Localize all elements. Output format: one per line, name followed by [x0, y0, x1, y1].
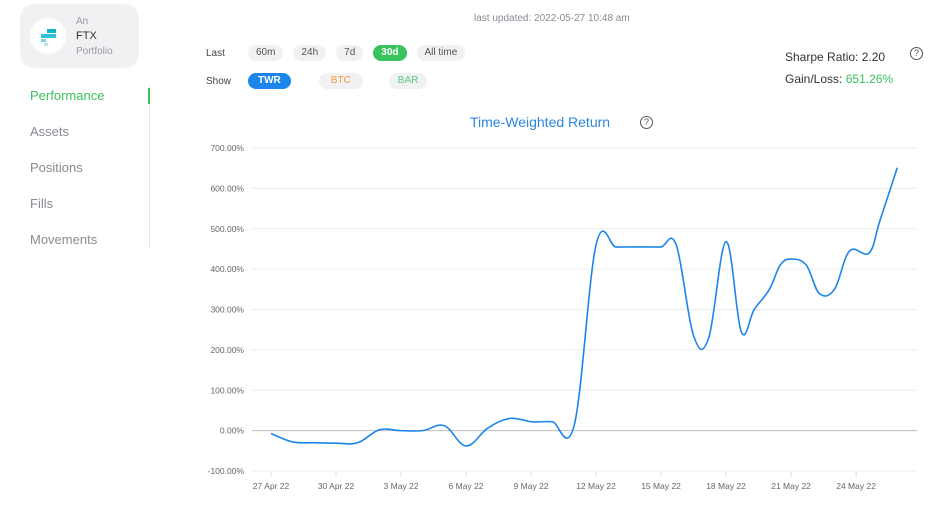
x-tick-label: 27 Apr 22 — [253, 481, 290, 491]
y-tick-label: 400.00% — [210, 264, 244, 274]
y-tick-label: 600.00% — [210, 183, 244, 193]
y-tick-label: 700.00% — [210, 143, 244, 153]
y-tick-label: 100.00% — [210, 385, 244, 395]
x-tick-label: 12 May 22 — [576, 481, 616, 491]
x-tick-label: 9 May 22 — [514, 481, 549, 491]
x-tick-label: 15 May 22 — [641, 481, 681, 491]
y-tick-label: -100.00% — [208, 466, 245, 476]
twr-series-line — [270, 167, 899, 447]
x-tick-label: 18 May 22 — [706, 481, 746, 491]
twr-chart: 700.00% 600.00% 500.00% 400.00% 300.00% 200.0… — [208, 143, 917, 491]
x-tick-label: 21 May 22 — [771, 481, 811, 491]
x-tick-label: 3 May 22 — [384, 481, 419, 491]
y-tick-label: 300.00% — [210, 305, 244, 315]
y-tick-label: 500.00% — [210, 224, 244, 234]
x-tick-label: 6 May 22 — [449, 481, 484, 491]
y-tick-label: 200.00% — [210, 345, 244, 355]
y-tick-label: 0.00% — [220, 426, 245, 436]
x-tick-label: 24 May 22 — [836, 481, 876, 491]
x-tick-label: 30 Apr 22 — [318, 481, 355, 491]
